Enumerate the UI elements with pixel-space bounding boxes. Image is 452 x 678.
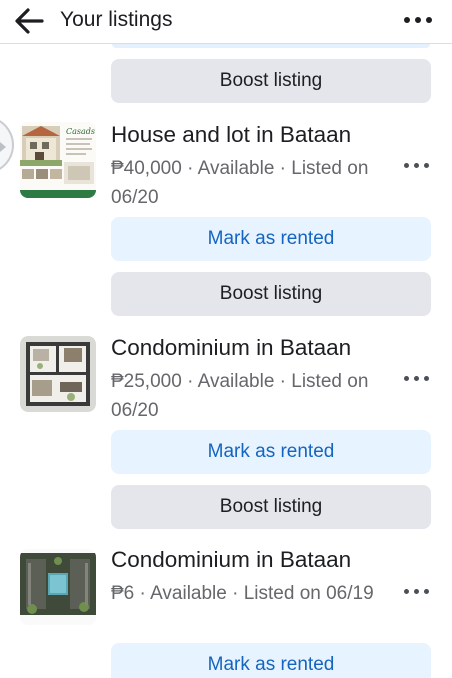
- previous-card-edge: [112, 44, 430, 48]
- listing-thumbnail-house[interactable]: Casads: [20, 122, 96, 198]
- page-title: Your listings: [60, 8, 173, 31]
- listing-title[interactable]: Condominium in Bataan: [111, 334, 351, 362]
- listing-more-icon[interactable]: [404, 376, 430, 384]
- mark-as-rented-button[interactable]: Mark as rented: [111, 217, 431, 261]
- boost-listing-button[interactable]: Boost listing: [111, 272, 431, 316]
- listing-title[interactable]: House and lot in Bataan: [111, 121, 351, 149]
- boost-listing-button[interactable]: Boost listing: [111, 485, 431, 529]
- more-options-icon[interactable]: [404, 16, 434, 26]
- mark-as-rented-button[interactable]: Mark as rented: [111, 643, 431, 678]
- listing-more-icon[interactable]: [404, 589, 430, 597]
- listing-meta: ₱40,000 · Available · Listed on 06/20: [111, 158, 369, 208]
- listing-thumbnail-condo-aerial[interactable]: [20, 549, 96, 625]
- listing-more-icon[interactable]: [404, 163, 430, 171]
- listing-thumbnail-condo-floorplan[interactable]: [20, 336, 96, 412]
- boost-listing-button[interactable]: Boost listing: [111, 59, 431, 103]
- listing-meta: ₱6 · Available · Listed on 06/19: [111, 583, 374, 604]
- thumbnail-brand-text: Casads: [66, 127, 95, 136]
- side-scroll-handle[interactable]: [0, 116, 14, 174]
- mark-as-rented-button[interactable]: Mark as rented: [111, 430, 431, 474]
- listing-meta: ₱25,000 · Available · Listed on 06/20: [111, 371, 369, 421]
- chevron-right-icon: [0, 142, 6, 152]
- back-arrow-icon[interactable]: [12, 6, 48, 36]
- listing-title[interactable]: Condominium in Bataan: [111, 546, 351, 574]
- top-bar: Your listings: [0, 0, 452, 44]
